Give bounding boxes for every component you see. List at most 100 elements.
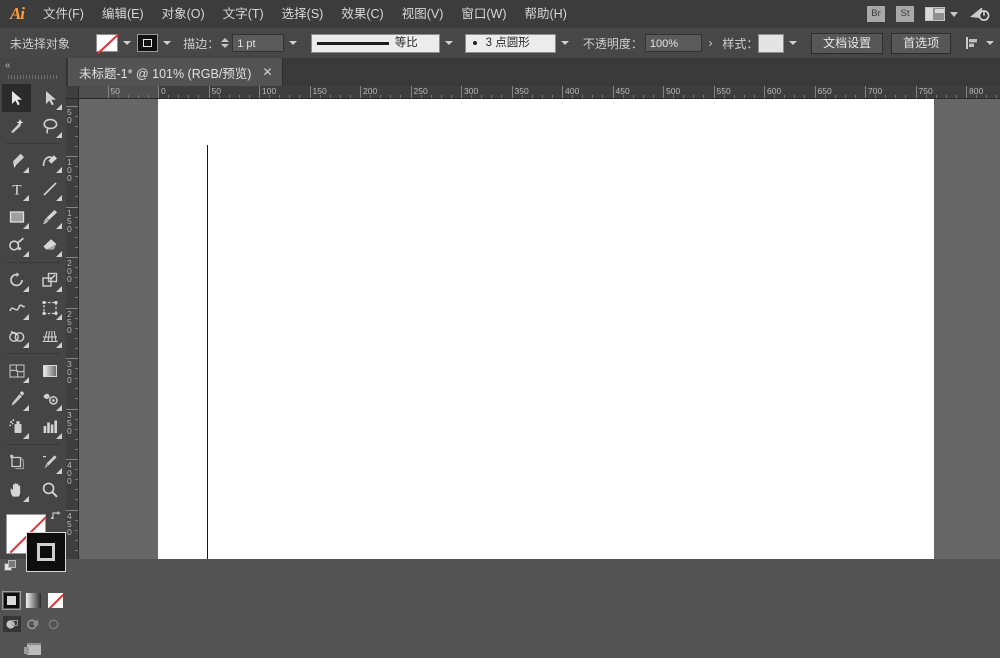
curvature-tool[interactable] [35,147,64,175]
direct-selection-tool[interactable] [35,84,64,112]
graphic-style-swatch[interactable] [758,33,785,53]
search-adobe-icon[interactable] [968,5,990,23]
ruler-tick-minor [471,95,473,98]
menu-object[interactable]: 对象(O) [153,0,214,28]
shape-builder-tool[interactable] [2,322,31,350]
hand-tool[interactable] [2,476,31,504]
ruler-tick-minor [178,95,180,98]
document-tab[interactable]: 未标题-1* @ 101% (RGB/预览) ✕ [68,58,283,86]
chevron-down-icon[interactable] [950,11,958,17]
ruler-tick-minor [198,95,200,98]
style-chevron-down-icon[interactable] [789,41,798,45]
ruler-tick-minor [602,95,604,98]
stroke-profile-dropdown[interactable]: 等比 [310,33,440,53]
brush-definition-label: 3 点圆形 [485,36,530,49]
scale-tool[interactable] [35,266,64,294]
opacity-input[interactable]: 100% [644,34,703,52]
ruler-tick-minor [329,95,331,98]
vertical-ruler[interactable]: 50100150200250300350400450500 [66,99,79,559]
brush-definition-chevron-down-icon[interactable] [560,41,569,45]
align-chevron-down-icon[interactable] [986,41,994,45]
artboard[interactable] [158,99,934,559]
swap-fill-stroke-icon[interactable] [50,510,63,522]
selection-tool[interactable] [2,84,31,112]
stroke-swatch-chevron-down-icon[interactable] [163,41,172,45]
pen-tool[interactable] [2,147,31,175]
canvas-area[interactable] [79,99,1000,559]
line-segment-tool[interactable] [35,175,64,203]
menu-window[interactable]: 窗口(W) [452,0,515,28]
tools-panel-collapse-button[interactable]: « [0,58,66,72]
stroke-profile-chevron-down-icon[interactable] [444,41,453,45]
menu-edit[interactable]: 编辑(E) [93,0,153,28]
ruler-tick-minor [75,499,78,501]
vertical-line-path[interactable] [207,145,208,559]
ruler-label: 0 [161,86,166,96]
menu-type[interactable]: 文字(T) [214,0,273,28]
ruler-label: 150 [67,207,72,234]
rectangle-tool[interactable] [2,203,31,231]
change-screen-mode-button[interactable] [0,641,66,658]
opacity-flyout-chevron-right-icon[interactable]: › [708,36,712,50]
align-to-selection-icon[interactable] [965,36,981,50]
stroke-color-swatch[interactable] [136,34,159,52]
horizontal-ruler[interactable]: 50 0 50 100 150 200 250 300 350 400 450 500 550 600 65… [79,86,1000,99]
bridge-button[interactable]: Br [867,6,885,22]
close-icon[interactable]: ✕ [262,66,272,78]
type-tool[interactable]: T [2,175,31,203]
stroke-weight-chevron-down-icon[interactable] [288,41,297,45]
adobe-stock-button[interactable]: St [896,6,914,22]
menu-file[interactable]: 文件(F) [34,0,93,28]
eraser-tool[interactable] [35,231,64,259]
stroke-swatch-black[interactable] [26,532,66,572]
draw-inside-button[interactable] [45,616,63,632]
ruler-tick-minor [75,196,78,198]
zoom-tool[interactable] [35,476,64,504]
rotate-tool[interactable] [2,266,31,294]
ruler-tick-minor [935,95,937,98]
fill-swatch-chevron-down-icon[interactable] [122,41,131,45]
fill-color-swatch[interactable] [95,34,118,52]
ruler-tick-minor [75,327,78,329]
default-fill-stroke-icon[interactable] [4,560,17,573]
menu-view[interactable]: 视图(V) [393,0,453,28]
menu-effect[interactable]: 效果(C) [332,0,392,28]
ruler-origin-corner[interactable] [66,86,79,99]
color-mode-button[interactable] [1,591,21,610]
ruler-tick-minor [642,95,644,98]
draw-normal-button[interactable] [3,616,21,632]
workspace-switcher-icon[interactable] [925,7,945,21]
ruler-tick-minor [632,95,634,98]
draw-behind-button[interactable] [24,616,42,632]
color-mode-buttons [0,591,66,610]
perspective-grid-tool[interactable] [35,322,64,350]
artboard-tool[interactable] [2,448,31,476]
ruler-tick-minor [269,95,271,98]
eyedropper-tool[interactable] [2,385,31,413]
shaper-tool[interactable] [2,231,31,259]
slice-tool[interactable] [35,448,64,476]
stroke-profile-preview-icon [316,41,389,45]
ruler-tick-minor [652,95,654,98]
gradient-mode-button[interactable] [24,592,42,609]
lasso-tool[interactable] [35,112,64,140]
brush-definition-dropdown[interactable]: 3 点圆形 [464,33,556,53]
magic-wand-tool[interactable] [2,112,31,140]
none-mode-button[interactable] [46,592,64,609]
column-graph-tool[interactable] [35,413,64,441]
width-tool[interactable] [2,294,31,322]
document-setup-button[interactable]: 文档设置 [811,32,884,54]
symbol-sprayer-tool[interactable] [2,413,31,441]
stroke-weight-input[interactable]: 1 pt [232,34,284,52]
free-transform-tool[interactable] [35,294,64,322]
blend-tool[interactable] [35,385,64,413]
preferences-button[interactable]: 首选项 [891,32,952,54]
tools-panel-drag-handle[interactable] [8,72,58,82]
mesh-tool[interactable] [2,357,31,385]
menu-help[interactable]: 帮助(H) [516,0,576,28]
gradient-tool[interactable] [35,357,64,385]
ruler-tick-minor [188,95,190,98]
paintbrush-tool[interactable] [35,203,64,231]
menu-select[interactable]: 选择(S) [273,0,333,28]
stroke-weight-stepper[interactable] [219,34,230,52]
